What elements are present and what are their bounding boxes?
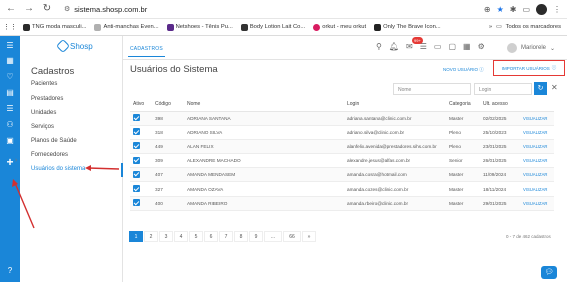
annotation-arrowhead — [85, 165, 91, 171]
annotation-arrow — [14, 182, 35, 229]
annotation-overlay — [12, 165, 120, 229]
annotation-arrow — [87, 167, 120, 170]
annotation-arrowhead — [12, 179, 18, 187]
